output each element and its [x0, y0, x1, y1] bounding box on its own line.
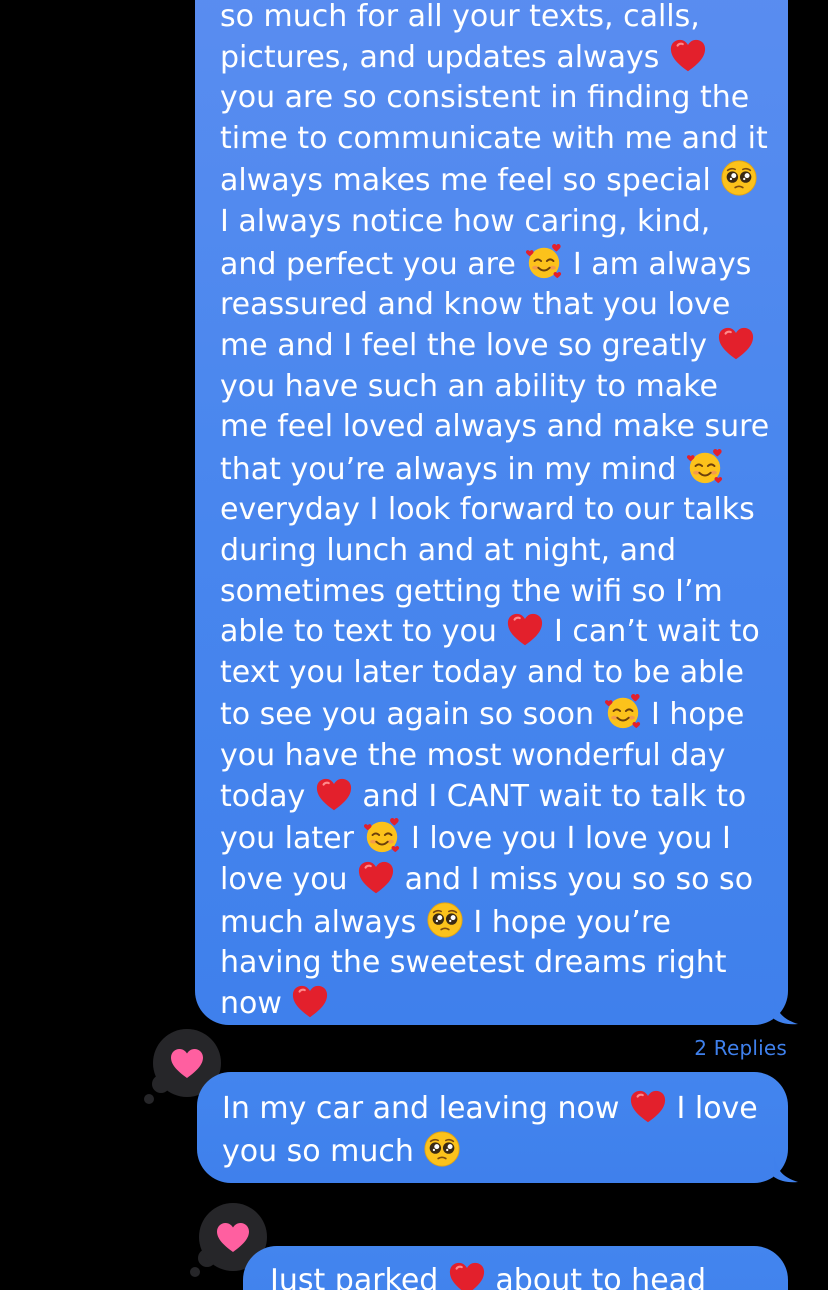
bubble-tail	[774, 997, 798, 1025]
red-heart-icon	[669, 38, 707, 76]
red-heart-icon	[448, 1261, 486, 1290]
smiling-face-with-hearts-icon	[604, 693, 642, 731]
red-heart-icon	[717, 326, 755, 364]
message-text: about to head	[485, 1263, 707, 1290]
message-bubble[interactable]: so much for all your texts, calls, pictu…	[195, 0, 788, 1025]
replies-link[interactable]: 2 Replies	[694, 1036, 787, 1060]
pleading-face-icon	[423, 1130, 461, 1168]
pleading-face-icon	[426, 901, 464, 939]
red-heart-icon	[629, 1089, 667, 1127]
red-heart-icon	[506, 612, 544, 650]
red-heart-icon	[315, 777, 353, 815]
bubble-tail	[774, 1155, 798, 1183]
pleading-face-icon	[720, 159, 758, 197]
message-bubble[interactable]: Just parked about to head	[243, 1246, 788, 1290]
message-text: Just parked	[270, 1263, 448, 1290]
heart-icon	[217, 1223, 249, 1252]
smiling-face-with-hearts-icon	[686, 448, 724, 486]
messages-screen: so much for all your texts, calls, pictu…	[0, 0, 828, 1290]
red-heart-icon	[291, 984, 329, 1022]
tapback-dot-small	[144, 1094, 154, 1104]
heart-icon	[171, 1049, 203, 1078]
smiling-face-with-hearts-icon	[525, 243, 563, 281]
message-bubble[interactable]: In my car and leaving now I love you so …	[197, 1072, 788, 1183]
red-heart-icon	[357, 860, 395, 898]
tapback-dot-small	[190, 1267, 200, 1277]
message-text: so much for all your texts, calls, pictu…	[220, 0, 700, 75]
message-text: you are so consistent in finding the tim…	[220, 80, 768, 199]
message-text: In my car and leaving now	[222, 1091, 629, 1127]
smiling-face-with-hearts-icon	[363, 817, 401, 855]
